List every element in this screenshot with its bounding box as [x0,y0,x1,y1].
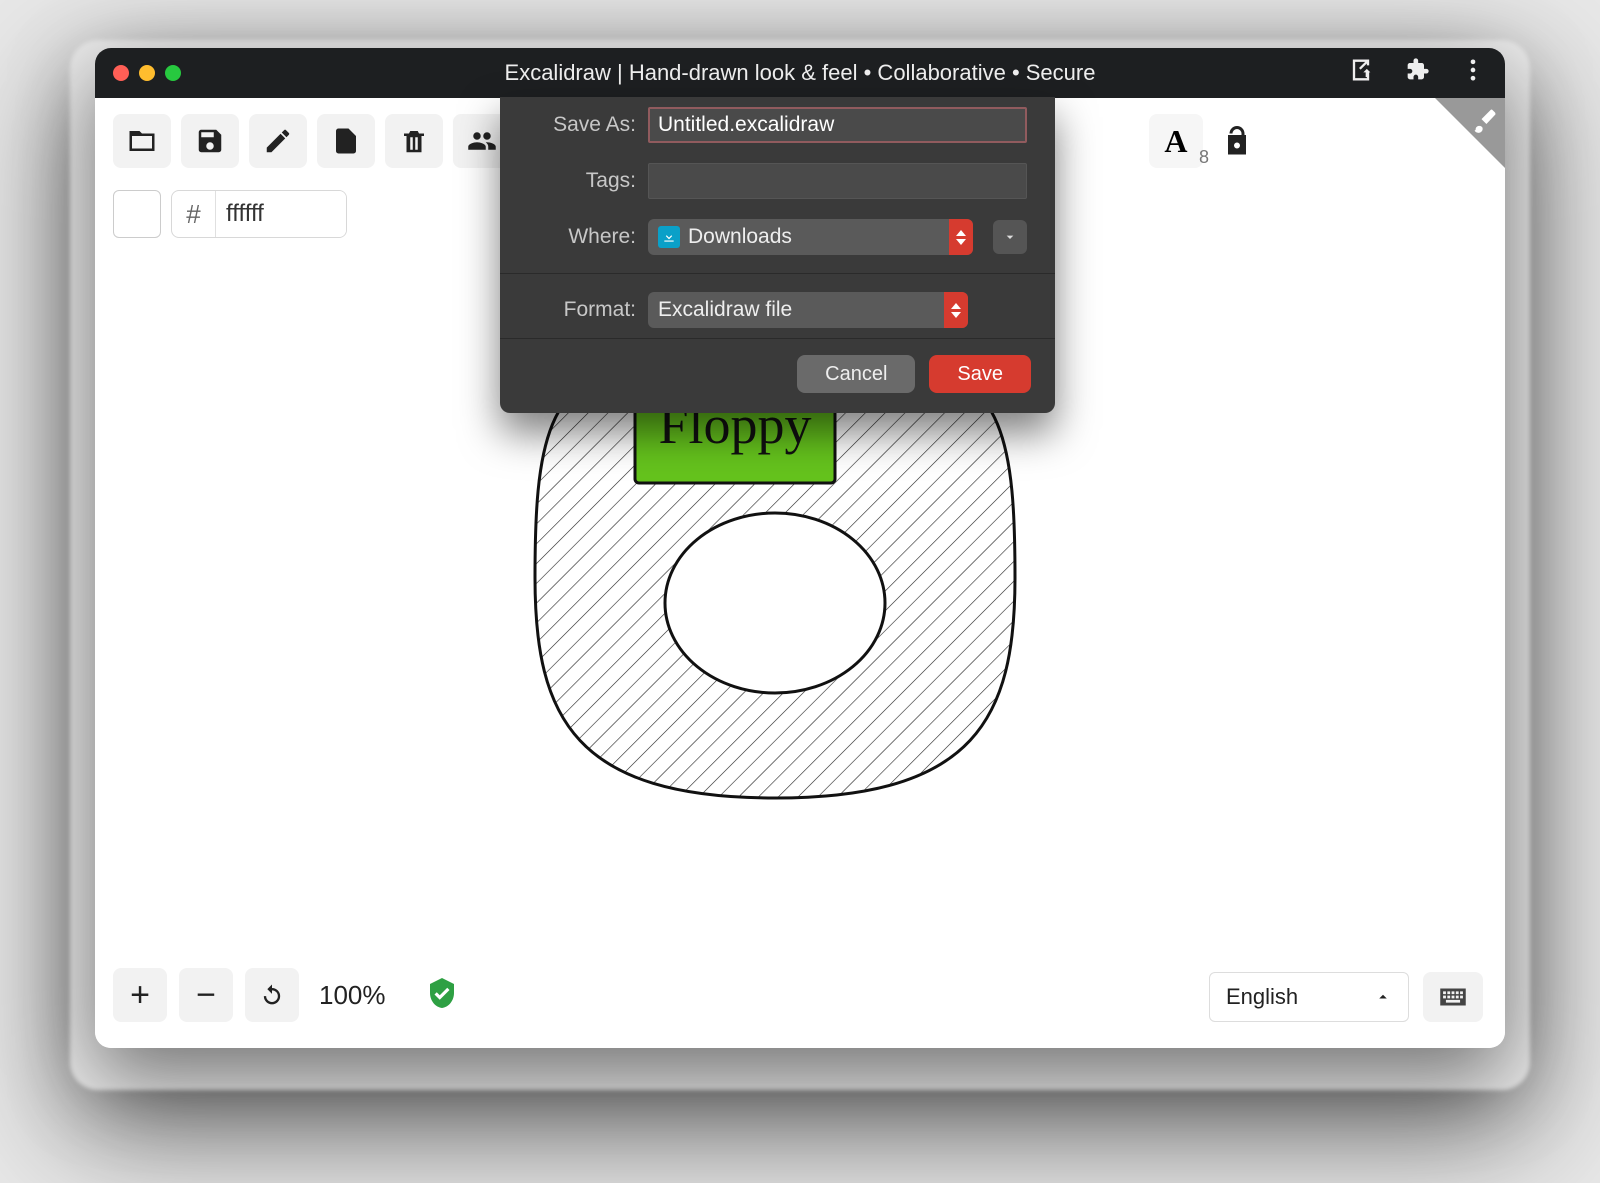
install-app-icon[interactable] [1347,56,1375,90]
hex-prefix: # [172,191,216,237]
where-label: Where: [528,225,636,249]
tags-label: Tags: [528,169,636,193]
saveas-label: Save As: [528,113,636,137]
language-value: English [1226,984,1298,1010]
color-picker-row: # [113,190,347,238]
format-select[interactable]: Excalidraw file [648,292,968,328]
minimize-window-button[interactable] [139,65,155,81]
zoom-level: 100% [311,980,394,1011]
lock-icon[interactable] [1219,123,1255,159]
security-shield-icon[interactable] [424,975,460,1016]
where-value: Downloads [688,225,792,249]
toolbar-left [113,114,511,168]
expand-locations-button[interactable] [993,220,1027,254]
format-value: Excalidraw file [658,298,792,322]
menu-icon[interactable] [1459,56,1487,90]
close-window-button[interactable] [113,65,129,81]
where-select[interactable]: Downloads [648,219,973,255]
app-surface: A 8 # [95,98,1505,1048]
tool-shortcut-number: 8 [1199,147,1209,168]
keyboard-shortcuts-button[interactable] [1423,972,1483,1022]
where-stepper-icon [949,219,973,255]
format-label: Format: [528,298,636,322]
filename-input[interactable] [648,107,1027,143]
zoom-out-button[interactable]: − [179,968,233,1022]
save-dialog: Save As: Tags: Where: Downloads [500,97,1055,413]
app-window: Excalidraw | Hand-drawn look & feel • Co… [95,48,1505,1048]
toolbar-right: A 8 [1149,114,1255,168]
titlebar: Excalidraw | Hand-drawn look & feel • Co… [95,48,1505,98]
open-button[interactable] [113,114,171,168]
cancel-button[interactable]: Cancel [797,355,915,393]
format-stepper-icon [944,292,968,328]
bottom-bar: + − 100% [113,968,460,1022]
tags-input[interactable] [648,163,1027,199]
save-confirm-button[interactable]: Save [929,355,1031,393]
save-button[interactable] [181,114,239,168]
zoom-in-button[interactable]: + [113,968,167,1022]
language-select[interactable]: English [1209,972,1409,1022]
downloads-folder-icon [658,226,680,248]
save-as-button[interactable] [249,114,307,168]
hex-color-input[interactable] [216,191,346,237]
zoom-reset-button[interactable] [245,968,299,1022]
brush-icon [1471,106,1499,139]
text-tool-button[interactable]: A [1149,114,1203,168]
chevron-up-icon [1374,988,1392,1006]
background-color-swatch[interactable] [113,190,161,238]
maximize-window-button[interactable] [165,65,181,81]
window-controls [113,65,181,81]
window-title: Excalidraw | Hand-drawn look & feel • Co… [95,60,1505,86]
delete-button[interactable] [385,114,443,168]
extensions-icon[interactable] [1403,56,1431,90]
export-button[interactable] [317,114,375,168]
